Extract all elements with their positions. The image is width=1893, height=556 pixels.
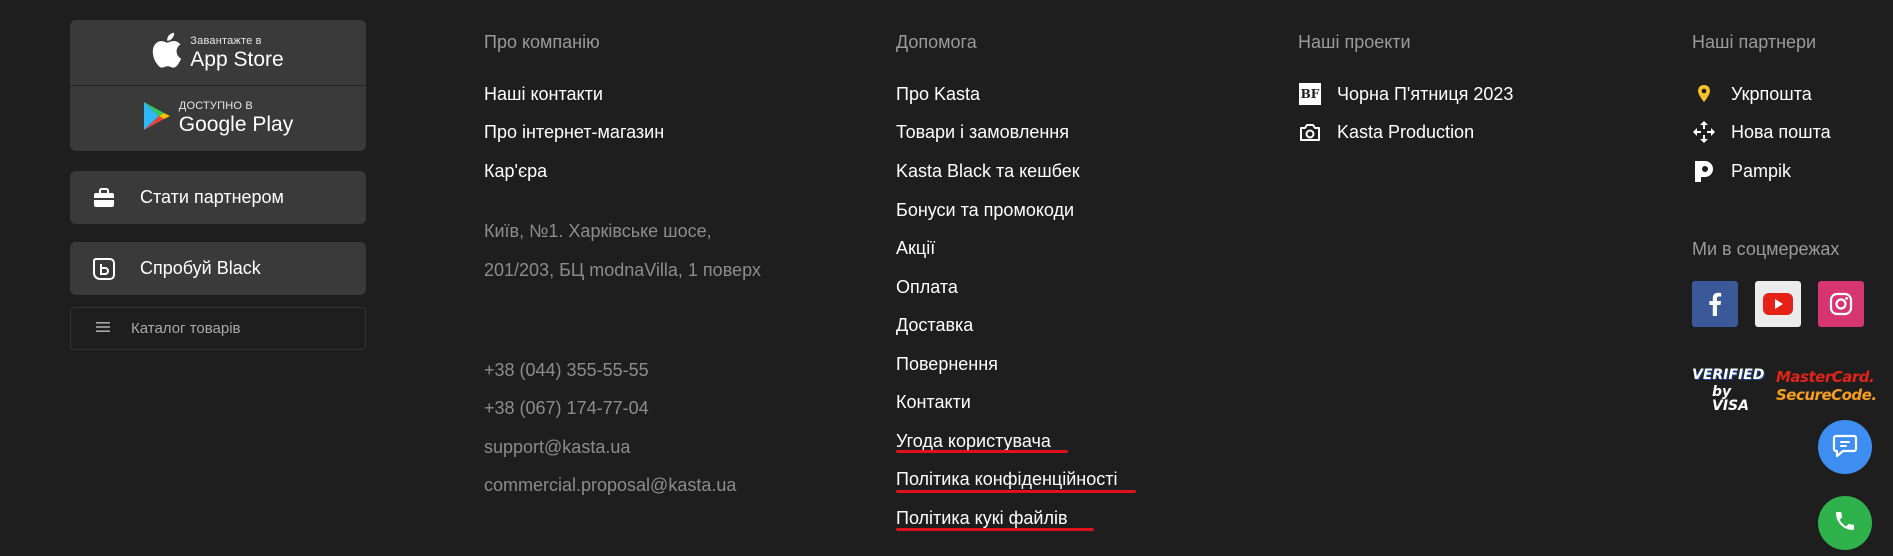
support-email[interactable]: support@kasta.ua xyxy=(484,435,630,459)
phone-button[interactable] xyxy=(1818,496,1872,550)
instagram-icon[interactable] xyxy=(1818,281,1864,327)
google-play-small-label: ДОСТУПНО В xyxy=(178,100,253,112)
phone-icon xyxy=(1833,509,1857,538)
ukrposhta-icon xyxy=(1692,82,1716,106)
menu-icon xyxy=(96,320,110,338)
link-bonuses[interactable]: Бонуси та промокоди xyxy=(896,198,1074,222)
bf-logo-icon: BF xyxy=(1298,82,1322,106)
catalog-button[interactable]: Каталог товарів xyxy=(70,307,366,350)
become-partner-label: Стати партнером xyxy=(140,187,284,207)
partner-nova-poshta-label: Нова пошта xyxy=(1731,122,1831,142)
link-our-contacts[interactable]: Наші контакти xyxy=(484,82,603,106)
google-play-button[interactable]: ДОСТУПНО В Google Play xyxy=(70,85,366,150)
try-black-label: Спробуй Black xyxy=(140,258,261,278)
partners-column: Наші партнери xyxy=(1692,30,1816,54)
highlight-underline xyxy=(896,490,1136,493)
chat-button[interactable] xyxy=(1818,420,1872,474)
highlight-underline xyxy=(896,450,1068,453)
catalog-label: Каталог товарів xyxy=(131,320,241,337)
visa-badge-line1: VERIFIED xyxy=(1692,367,1765,383)
become-partner-button[interactable]: Стати партнером xyxy=(70,171,366,224)
link-about-kasta[interactable]: Про Kasta xyxy=(896,82,980,106)
help-heading: Допомога xyxy=(896,32,977,52)
about-heading: Про компанію xyxy=(484,32,600,52)
highlight-underline xyxy=(896,528,1094,531)
link-about-store[interactable]: Про інтернет-магазин xyxy=(484,120,664,144)
help-column: Допомога xyxy=(896,30,977,54)
google-play-icon xyxy=(143,101,171,136)
partner-pampik[interactable]: Pampik xyxy=(1692,159,1791,183)
about-column: Про компанію xyxy=(484,30,600,54)
project-kasta-production-label: Kasta Production xyxy=(1337,122,1475,142)
nova-poshta-icon xyxy=(1692,120,1716,144)
youtube-icon[interactable] xyxy=(1755,281,1801,327)
link-promotions[interactable]: Акції xyxy=(896,236,935,260)
social-heading: Ми в соцмережах xyxy=(1692,239,1840,259)
project-black-friday[interactable]: BF Чорна П'ятниця 2023 xyxy=(1298,82,1513,106)
mastercard-badge-line1: MasterCard. xyxy=(1776,368,1875,386)
link-cookie-policy[interactable]: Політика кукі файлів xyxy=(896,506,1068,530)
projects-heading: Наші проекти xyxy=(1298,32,1411,52)
briefcase-icon xyxy=(90,184,118,212)
link-goods-orders[interactable]: Товари і замовлення xyxy=(896,120,1069,144)
facebook-icon[interactable] xyxy=(1692,281,1738,327)
link-kasta-black[interactable]: Kasta Black та кешбек xyxy=(896,159,1080,183)
camera-icon xyxy=(1298,120,1322,144)
app-store-small-label: Завантажте в xyxy=(190,34,262,47)
link-privacy-policy[interactable]: Політика конфіденційності xyxy=(896,467,1117,491)
partners-heading: Наші партнери xyxy=(1692,32,1817,52)
apple-icon xyxy=(152,32,182,73)
app-store-box: Завантажте в App Store ДОСТУПНО В Google… xyxy=(70,20,366,151)
try-black-button[interactable]: Спробуй Black xyxy=(70,242,366,295)
kasta-black-icon xyxy=(90,255,118,283)
phone-1[interactable]: +38 (044) 355-55-55 xyxy=(484,358,649,382)
link-delivery[interactable]: Доставка xyxy=(896,313,973,337)
projects-column: Наші проекти xyxy=(1298,30,1411,54)
company-address: Київ, №1. Харківське шосе, 201/203, БЦ m… xyxy=(484,221,761,280)
link-payment[interactable]: Оплата xyxy=(896,275,958,299)
link-contacts[interactable]: Контакти xyxy=(896,390,971,414)
partner-nova-poshta[interactable]: Нова пошта xyxy=(1692,120,1831,144)
app-store-label: App Store xyxy=(190,47,284,71)
partner-ukrposhta-label: Укрпошта xyxy=(1731,84,1812,104)
app-store-button[interactable]: Завантажте в App Store xyxy=(70,20,366,85)
bf-badge: BF xyxy=(1299,83,1321,105)
partner-ukrposhta[interactable]: Укрпошта xyxy=(1692,82,1812,106)
google-play-label: Google Play xyxy=(178,113,294,136)
mastercard-badge-line2: SecureCode. xyxy=(1776,386,1877,404)
link-returns[interactable]: Повернення xyxy=(896,352,998,376)
partner-pampik-label: Pampik xyxy=(1731,161,1792,181)
pampik-icon xyxy=(1692,159,1716,183)
link-career[interactable]: Кар'єра xyxy=(484,159,547,183)
verified-by-visa-badge: VERIFIED by VISA xyxy=(1692,367,1765,414)
project-black-friday-label: Чорна П'ятниця 2023 xyxy=(1337,84,1514,104)
project-kasta-production[interactable]: Kasta Production xyxy=(1298,120,1474,144)
visa-badge-line2: by VISA xyxy=(1712,384,1749,414)
mastercard-securecode-badge: MasterCard. SecureCode. xyxy=(1776,370,1880,412)
phone-2[interactable]: +38 (067) 174-77-04 xyxy=(484,396,649,420)
chat-icon xyxy=(1832,432,1858,463)
proposal-email[interactable]: commercial.proposal@kasta.ua xyxy=(484,473,736,497)
